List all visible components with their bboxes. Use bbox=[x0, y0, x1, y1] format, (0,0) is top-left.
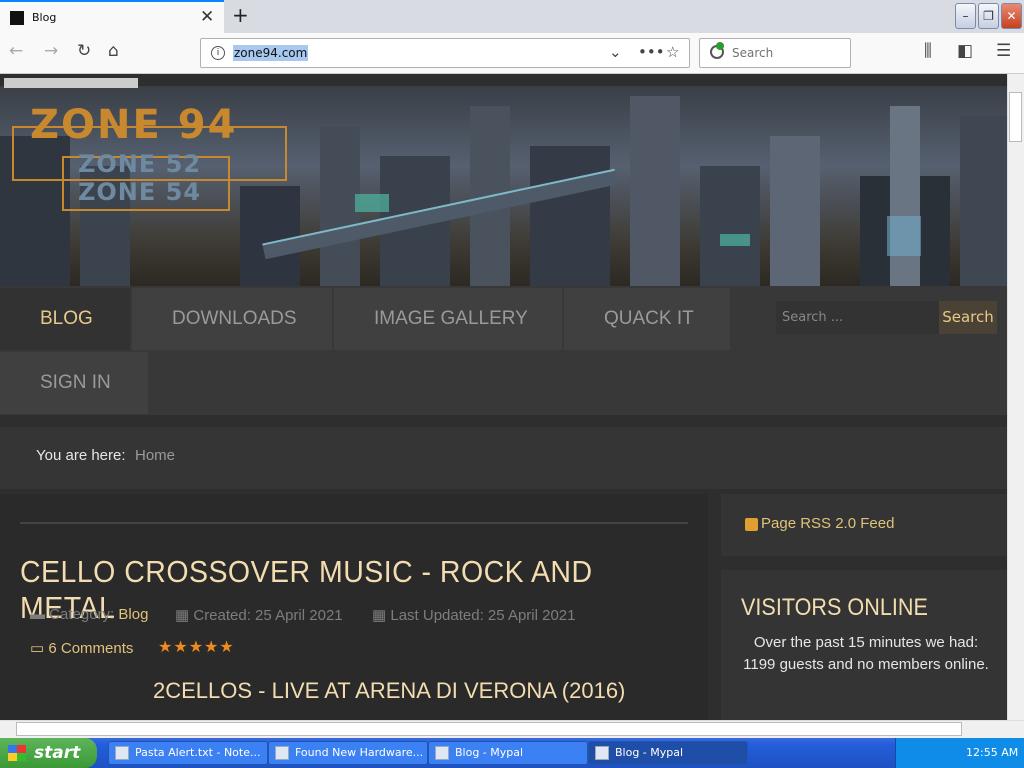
main-menu: BLOG DOWNLOADS IMAGE GALLERY QUACK IT SI… bbox=[0, 286, 1007, 415]
calendar-icon: ▦ bbox=[175, 607, 190, 624]
breadcrumb-label: You are here: bbox=[36, 447, 126, 464]
updated-meta: ▦ Last Updated: 25 April 2021 bbox=[372, 606, 576, 624]
search-placeholder: Search bbox=[732, 46, 774, 60]
taskbar-item-mypal-1[interactable]: Blog - Mypal bbox=[428, 741, 588, 765]
forward-icon[interactable]: → bbox=[44, 41, 58, 61]
divider bbox=[20, 522, 688, 524]
visitors-text: Over the past 15 minutes we had: 1199 gu… bbox=[743, 634, 989, 673]
header-banner: ZONE 94 ZONE 52 ZONE 54 bbox=[0, 86, 1007, 286]
menu-item-quack-it[interactable]: QUACK IT bbox=[564, 288, 730, 350]
updated-date: Last Updated: 25 April 2021 bbox=[390, 607, 576, 624]
comment-icon: ▭ bbox=[30, 640, 45, 657]
visitors-online-box: VISITORS ONLINE Over the past 15 minutes… bbox=[721, 570, 1007, 720]
mypal-icon bbox=[435, 746, 449, 760]
minimize-button[interactable]: – bbox=[955, 3, 976, 29]
visitors-title: VISITORS ONLINE bbox=[741, 594, 928, 621]
menu-icon[interactable]: ☰ bbox=[996, 41, 1011, 61]
menu-item-sign-in[interactable]: SIGN IN bbox=[0, 352, 148, 414]
breadcrumb: You are here: Home bbox=[0, 427, 1007, 489]
hardware-icon bbox=[275, 746, 289, 760]
logo-subtitle-1: ZONE 52 bbox=[78, 150, 202, 178]
site-search-input[interactable]: Search ... bbox=[776, 301, 939, 334]
site-search-button[interactable]: Search bbox=[939, 301, 997, 334]
mypal-icon bbox=[595, 746, 609, 760]
taskbar-item-label: Pasta Alert.txt - Note... bbox=[135, 746, 261, 759]
rss-feed-box: Page RSS 2.0 Feed bbox=[721, 494, 1007, 556]
tab-blog[interactable]: Blog ✕ bbox=[0, 0, 224, 33]
rss-feed-link[interactable]: Page RSS 2.0 Feed bbox=[761, 515, 894, 532]
tab-title: Blog bbox=[32, 11, 57, 24]
comments-count[interactable]: 6 Comments bbox=[48, 640, 133, 657]
navigation-toolbar: ← → ↻ ⌂ i zone94.com ⌄ ••• ☆ Search ⫼ ◧ … bbox=[0, 33, 1024, 74]
search-input[interactable]: Search bbox=[699, 38, 851, 68]
site-logo[interactable]: ZONE 94 bbox=[30, 102, 237, 148]
folder-icon: ▬ bbox=[30, 606, 45, 623]
page-actions-icon[interactable]: ••• bbox=[638, 43, 665, 61]
info-icon[interactable]: i bbox=[211, 46, 225, 60]
article: CELLO CROSSOVER MUSIC - ROCK AND METAL ▬… bbox=[0, 494, 708, 720]
menu-item-downloads[interactable]: DOWNLOADS bbox=[132, 288, 332, 350]
created-meta: ▦ Created: 25 April 2021 bbox=[175, 606, 343, 624]
reload-icon[interactable]: ↻ bbox=[77, 41, 91, 61]
url-bar[interactable]: i zone94.com ⌄ ••• ☆ bbox=[200, 38, 690, 68]
menu-item-image-gallery[interactable]: IMAGE GALLERY bbox=[334, 288, 562, 350]
horizontal-scroll-thumb[interactable] bbox=[16, 722, 962, 736]
category-label: Category: bbox=[49, 606, 115, 623]
system-tray: 12:55 AM bbox=[895, 738, 1024, 768]
category-meta: ▬ Category: Blog bbox=[30, 606, 148, 623]
calendar-icon: ▦ bbox=[372, 607, 387, 624]
library-icon[interactable]: ⫼ bbox=[924, 41, 932, 61]
favicon-icon bbox=[10, 11, 24, 25]
url-text[interactable]: zone94.com bbox=[233, 45, 309, 61]
taskbar-item-label: Blog - Mypal bbox=[615, 746, 684, 759]
category-link[interactable]: Blog bbox=[118, 606, 148, 623]
loading-strip bbox=[4, 78, 138, 88]
menu-item-blog[interactable]: BLOG bbox=[0, 288, 130, 350]
rss-icon bbox=[745, 518, 758, 531]
created-date: Created: 25 April 2021 bbox=[193, 607, 343, 624]
tab-bar: Blog ✕ + – ❐ ✕ bbox=[0, 0, 1024, 33]
rating-stars[interactable]: ★★★★★ bbox=[158, 637, 235, 656]
taskbar-item-notepad[interactable]: Pasta Alert.txt - Note... bbox=[108, 741, 268, 765]
restore-button[interactable]: ❐ bbox=[978, 3, 999, 29]
new-tab-icon[interactable]: + bbox=[232, 3, 249, 27]
taskbar-item-mypal-2[interactable]: Blog - Mypal bbox=[588, 741, 748, 765]
windows-logo-icon bbox=[8, 745, 26, 761]
close-window-button[interactable]: ✕ bbox=[1001, 3, 1022, 29]
back-icon[interactable]: ← bbox=[9, 41, 23, 61]
start-label: start bbox=[34, 743, 81, 763]
taskbar-item-hardware[interactable]: Found New Hardware... bbox=[268, 741, 428, 765]
chevron-down-icon[interactable]: ⌄ bbox=[609, 43, 622, 61]
taskbar-item-label: Found New Hardware... bbox=[295, 746, 424, 759]
clock[interactable]: 12:55 AM bbox=[966, 746, 1018, 759]
home-icon[interactable]: ⌂ bbox=[108, 41, 119, 61]
taskbar-item-label: Blog - Mypal bbox=[455, 746, 524, 759]
logo-subtitle-2: ZONE 54 bbox=[78, 178, 202, 206]
article-subtitle: 2CELLOS - LIVE AT ARENA DI VERONA (2016) bbox=[153, 678, 626, 703]
bookmark-star-icon[interactable]: ☆ bbox=[666, 43, 679, 61]
add-search-icon bbox=[716, 42, 724, 50]
start-button[interactable]: start bbox=[0, 738, 97, 768]
vertical-scroll-thumb[interactable] bbox=[1009, 92, 1022, 142]
web-page: ZONE 94 ZONE 52 ZONE 54 BLOG DOWNLOADS I… bbox=[0, 74, 1007, 720]
sidebar-icon[interactable]: ◧ bbox=[957, 41, 973, 61]
vertical-scrollbar[interactable] bbox=[1007, 74, 1024, 720]
close-tab-icon[interactable]: ✕ bbox=[200, 7, 214, 27]
notepad-icon bbox=[115, 746, 129, 760]
breadcrumb-home-link[interactable]: Home bbox=[135, 447, 175, 464]
comments-link[interactable]: ▭ 6 Comments bbox=[30, 639, 133, 657]
